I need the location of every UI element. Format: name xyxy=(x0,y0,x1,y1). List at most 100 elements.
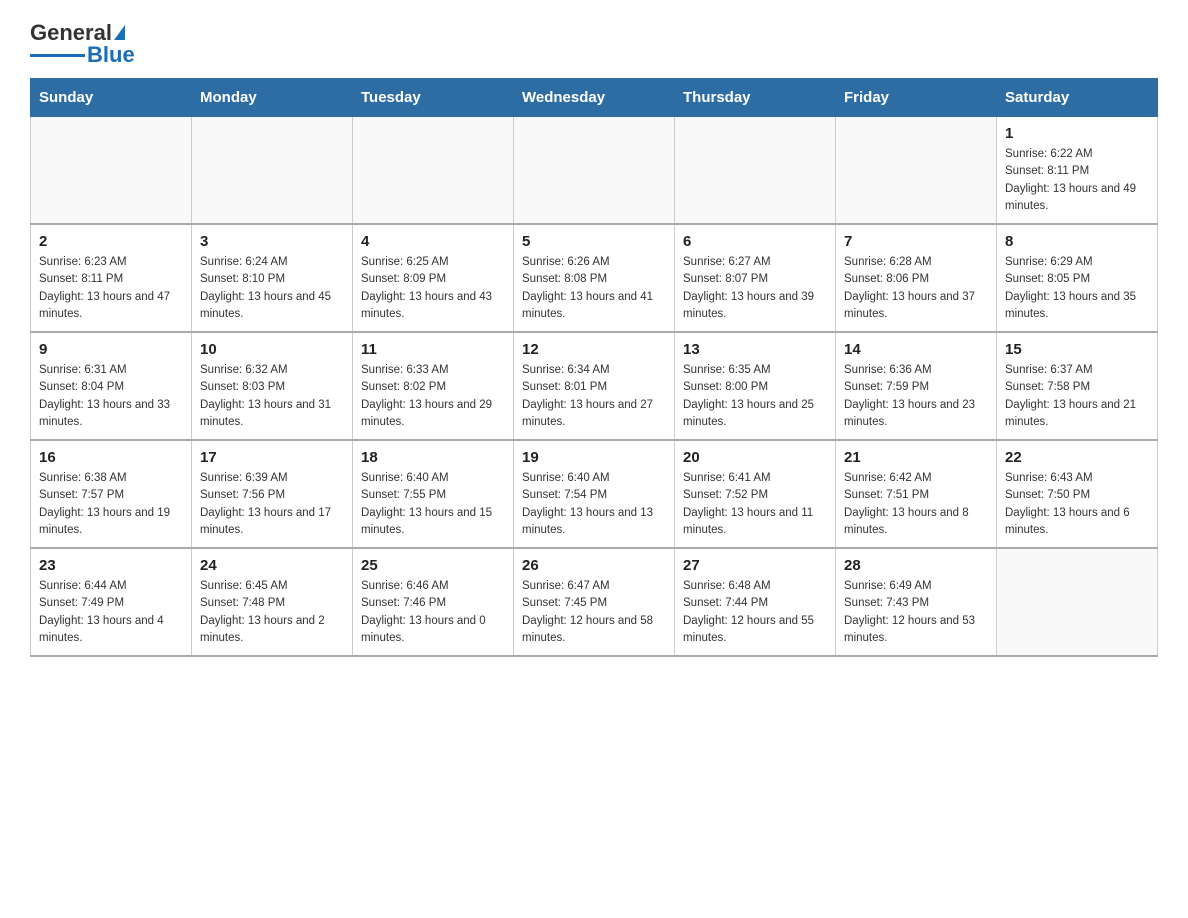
calendar-cell xyxy=(353,117,514,225)
day-info: Sunrise: 6:42 AM Sunset: 7:51 PM Dayligh… xyxy=(844,470,988,539)
day-number: 10 xyxy=(200,341,344,358)
day-info: Sunrise: 6:25 AM Sunset: 8:09 PM Dayligh… xyxy=(361,254,505,323)
logo-underline xyxy=(30,54,85,57)
calendar-cell: 17 Sunrise: 6:39 AM Sunset: 7:56 PM Dayli… xyxy=(192,440,353,548)
col-monday: Monday xyxy=(192,79,353,117)
day-info: Sunrise: 6:48 AM Sunset: 7:44 PM Dayligh… xyxy=(683,578,827,647)
day-info: Sunrise: 6:39 AM Sunset: 7:56 PM Dayligh… xyxy=(200,470,344,539)
day-number: 15 xyxy=(1005,341,1149,358)
calendar-cell: 8 Sunrise: 6:29 AM Sunset: 8:05 PM Daylig… xyxy=(997,224,1158,332)
calendar-cell: 9 Sunrise: 6:31 AM Sunset: 8:04 PM Daylig… xyxy=(31,332,192,440)
day-info: Sunrise: 6:34 AM Sunset: 8:01 PM Dayligh… xyxy=(522,362,666,431)
day-info: Sunrise: 6:23 AM Sunset: 8:11 PM Dayligh… xyxy=(39,254,183,323)
day-number: 25 xyxy=(361,557,505,574)
calendar-cell: 7Sunrise: 6:28 AM Sunset: 8:06 PM Daylig… xyxy=(836,224,997,332)
calendar-week-row: 9 Sunrise: 6:31 AM Sunset: 8:04 PM Daylig… xyxy=(31,332,1158,440)
calendar-table: Sunday Monday Tuesday Wednesday Thursday… xyxy=(30,78,1158,657)
calendar-cell: 19 Sunrise: 6:40 AM Sunset: 7:54 PM Dayli… xyxy=(514,440,675,548)
day-number: 8 xyxy=(1005,233,1149,250)
calendar-cell: 4 Sunrise: 6:25 AM Sunset: 8:09 PM Daylig… xyxy=(353,224,514,332)
calendar-cell: 6 Sunrise: 6:27 AM Sunset: 8:07 PM Daylig… xyxy=(675,224,836,332)
calendar-cell: 13 Sunrise: 6:35 AM Sunset: 8:00 PM Dayli… xyxy=(675,332,836,440)
col-tuesday: Tuesday xyxy=(353,79,514,117)
day-info: Sunrise: 6:26 AM Sunset: 8:08 PM Dayligh… xyxy=(522,254,666,323)
day-number: 27 xyxy=(683,557,827,574)
day-number: 18 xyxy=(361,449,505,466)
day-number: 1 xyxy=(1005,125,1149,142)
col-friday: Friday xyxy=(836,79,997,117)
calendar-cell: 15 Sunrise: 6:37 AM Sunset: 7:58 PM Dayli… xyxy=(997,332,1158,440)
day-info: Sunrise: 6:36 AM Sunset: 7:59 PM Dayligh… xyxy=(844,362,988,431)
day-number: 3 xyxy=(200,233,344,250)
logo-text-blue: Blue xyxy=(87,42,135,68)
day-number: 12 xyxy=(522,341,666,358)
day-info: Sunrise: 6:40 AM Sunset: 7:54 PM Dayligh… xyxy=(522,470,666,539)
day-number: 16 xyxy=(39,449,183,466)
calendar-cell: 25 Sunrise: 6:46 AM Sunset: 7:46 PM Dayli… xyxy=(353,548,514,656)
day-info: Sunrise: 6:33 AM Sunset: 8:02 PM Dayligh… xyxy=(361,362,505,431)
col-thursday: Thursday xyxy=(675,79,836,117)
day-info: Sunrise: 6:46 AM Sunset: 7:46 PM Dayligh… xyxy=(361,578,505,647)
calendar-cell: 21 Sunrise: 6:42 AM Sunset: 7:51 PM Dayli… xyxy=(836,440,997,548)
day-number: 2 xyxy=(39,233,183,250)
day-info: Sunrise: 6:24 AM Sunset: 8:10 PM Dayligh… xyxy=(200,254,344,323)
calendar-cell xyxy=(836,117,997,225)
day-info: Sunrise: 6:45 AM Sunset: 7:48 PM Dayligh… xyxy=(200,578,344,647)
day-info: Sunrise: 6:27 AM Sunset: 8:07 PM Dayligh… xyxy=(683,254,827,323)
logo: General Blue xyxy=(30,20,135,68)
calendar-cell: 28 Sunrise: 6:49 AM Sunset: 7:43 PM Dayli… xyxy=(836,548,997,656)
day-info: Sunrise: 6:49 AM Sunset: 7:43 PM Dayligh… xyxy=(844,578,988,647)
calendar-cell: 16 Sunrise: 6:38 AM Sunset: 7:57 PM Dayli… xyxy=(31,440,192,548)
day-info: Sunrise: 6:31 AM Sunset: 8:04 PM Dayligh… xyxy=(39,362,183,431)
calendar-cell: 2 Sunrise: 6:23 AM Sunset: 8:11 PM Daylig… xyxy=(31,224,192,332)
col-wednesday: Wednesday xyxy=(514,79,675,117)
calendar-cell: 12 Sunrise: 6:34 AM Sunset: 8:01 PM Dayli… xyxy=(514,332,675,440)
calendar-cell: 22Sunrise: 6:43 AM Sunset: 7:50 PM Dayli… xyxy=(997,440,1158,548)
calendar-cell: 24 Sunrise: 6:45 AM Sunset: 7:48 PM Dayli… xyxy=(192,548,353,656)
day-info: Sunrise: 6:37 AM Sunset: 7:58 PM Dayligh… xyxy=(1005,362,1149,431)
day-info: Sunrise: 6:47 AM Sunset: 7:45 PM Dayligh… xyxy=(522,578,666,647)
day-number: 4 xyxy=(361,233,505,250)
day-number: 19 xyxy=(522,449,666,466)
day-info: Sunrise: 6:28 AM Sunset: 8:06 PM Dayligh… xyxy=(844,254,988,323)
day-info: Sunrise: 6:32 AM Sunset: 8:03 PM Dayligh… xyxy=(200,362,344,431)
day-info: Sunrise: 6:35 AM Sunset: 8:00 PM Dayligh… xyxy=(683,362,827,431)
calendar-cell xyxy=(192,117,353,225)
day-number: 11 xyxy=(361,341,505,358)
day-number: 28 xyxy=(844,557,988,574)
day-number: 17 xyxy=(200,449,344,466)
calendar-cell: 5Sunrise: 6:26 AM Sunset: 8:08 PM Daylig… xyxy=(514,224,675,332)
day-number: 23 xyxy=(39,557,183,574)
calendar-cell: 26 Sunrise: 6:47 AM Sunset: 7:45 PM Dayli… xyxy=(514,548,675,656)
calendar-cell: 18 Sunrise: 6:40 AM Sunset: 7:55 PM Dayli… xyxy=(353,440,514,548)
calendar-cell xyxy=(514,117,675,225)
day-number: 26 xyxy=(522,557,666,574)
calendar-week-row: 23 Sunrise: 6:44 AM Sunset: 7:49 PM Dayli… xyxy=(31,548,1158,656)
day-number: 21 xyxy=(844,449,988,466)
calendar-cell: 3 Sunrise: 6:24 AM Sunset: 8:10 PM Daylig… xyxy=(192,224,353,332)
calendar-cell: 20Sunrise: 6:41 AM Sunset: 7:52 PM Dayli… xyxy=(675,440,836,548)
calendar-cell: 11 Sunrise: 6:33 AM Sunset: 8:02 PM Dayli… xyxy=(353,332,514,440)
calendar-week-row: 2 Sunrise: 6:23 AM Sunset: 8:11 PM Daylig… xyxy=(31,224,1158,332)
calendar-cell xyxy=(31,117,192,225)
day-number: 24 xyxy=(200,557,344,574)
calendar-cell xyxy=(997,548,1158,656)
day-info: Sunrise: 6:40 AM Sunset: 7:55 PM Dayligh… xyxy=(361,470,505,539)
day-number: 9 xyxy=(39,341,183,358)
day-info: Sunrise: 6:44 AM Sunset: 7:49 PM Dayligh… xyxy=(39,578,183,647)
page-header: General Blue xyxy=(30,20,1158,68)
day-number: 13 xyxy=(683,341,827,358)
calendar-cell: 27 Sunrise: 6:48 AM Sunset: 7:44 PM Dayli… xyxy=(675,548,836,656)
col-saturday: Saturday xyxy=(997,79,1158,117)
calendar-cell: 1 Sunrise: 6:22 AM Sunset: 8:11 PM Daylig… xyxy=(997,117,1158,225)
calendar-week-row: 16 Sunrise: 6:38 AM Sunset: 7:57 PM Dayli… xyxy=(31,440,1158,548)
day-info: Sunrise: 6:29 AM Sunset: 8:05 PM Dayligh… xyxy=(1005,254,1149,323)
col-sunday: Sunday xyxy=(31,79,192,117)
calendar-cell: 23 Sunrise: 6:44 AM Sunset: 7:49 PM Dayli… xyxy=(31,548,192,656)
day-number: 6 xyxy=(683,233,827,250)
calendar-week-row: 1 Sunrise: 6:22 AM Sunset: 8:11 PM Daylig… xyxy=(31,117,1158,225)
calendar-header-row: Sunday Monday Tuesday Wednesday Thursday… xyxy=(31,79,1158,117)
day-info: Sunrise: 6:38 AM Sunset: 7:57 PM Dayligh… xyxy=(39,470,183,539)
day-info: Sunrise: 6:22 AM Sunset: 8:11 PM Dayligh… xyxy=(1005,146,1149,215)
day-number: 20 xyxy=(683,449,827,466)
